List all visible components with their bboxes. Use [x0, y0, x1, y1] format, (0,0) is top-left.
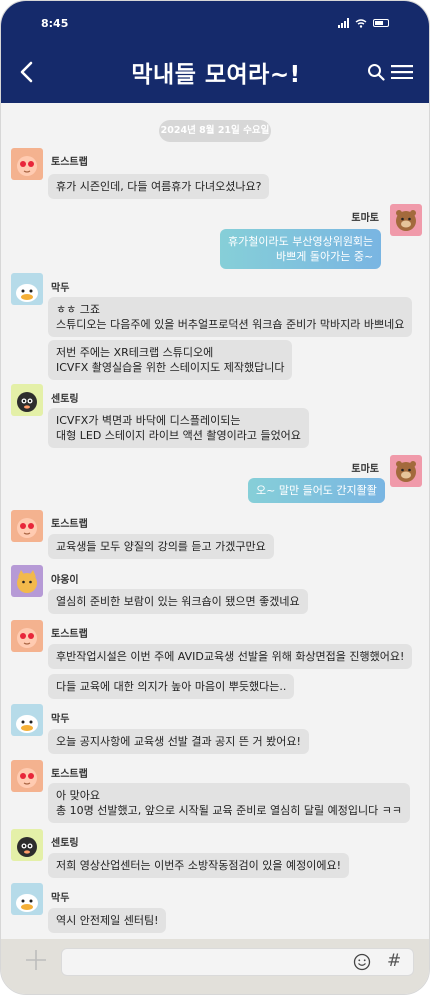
message-line: 역시 안전제일 센터팀! [56, 914, 159, 927]
message-line: 휴가철이라도 부산영상위원회는 [228, 235, 374, 248]
message-bubble[interactable]: 다들 교육에 대한 의지가 높아 마음이 뿌듯했다는.. [48, 674, 295, 699]
avatar-yaongi[interactable] [11, 565, 43, 597]
avatar-toastlab[interactable] [11, 620, 43, 652]
message-bubble-mine[interactable]: 오~ 말만 들어도 간지좔좔 [248, 478, 385, 503]
avatar-tomato[interactable] [390, 455, 422, 487]
message-line: 휴가 시즌인데, 다들 여름휴가 다녀오셨나요? [56, 180, 262, 193]
message-bubble[interactable]: 오늘 공지사항에 교육생 선발 결과 공지 뜬 거 봤어요! [48, 729, 309, 754]
avatar-makdu[interactable] [11, 883, 43, 915]
message-line: 열심히 준비한 보람이 있는 워크숍이 됐으면 좋겠네요 [56, 595, 300, 608]
message-line: 저번 주에는 XR테크랩 스튜디오에 [56, 346, 214, 359]
message-bubble[interactable]: 역시 안전제일 센터팀! [48, 908, 167, 933]
message-bubble[interactable]: 저번 주에는 XR테크랩 스튜디오에 ICVFX 촬영실습을 위한 스테이지도 … [48, 340, 293, 380]
avatar-sentoring[interactable] [11, 829, 43, 861]
message-line: 교육생들 모두 양질의 강의를 듣고 가겠구만요 [56, 540, 266, 553]
message-bubble[interactable]: 휴가 시즌인데, 다들 여름휴가 다녀오셨나요? [48, 174, 270, 199]
message-bubble[interactable]: 교육생들 모두 양질의 강의를 듣고 가겠구만요 [48, 534, 274, 559]
menu-icon[interactable] [391, 65, 413, 79]
sender-name: 막두 [51, 714, 70, 725]
date-divider: 2024년 8월 21일 수요일 [159, 120, 271, 142]
hashtag-icon[interactable]: # [387, 951, 401, 971]
message-line: ㅎㅎ 그죠 [56, 303, 100, 316]
message-line: 오~ 말만 들어도 간지좔좔 [256, 484, 377, 497]
message-line: 저희 영상산업센터는 이번주 소방작동점검이 있을 예정이에요! [56, 859, 342, 872]
avatar-toastlab[interactable] [11, 510, 43, 542]
message-line: ICVFX 촬영실습을 위한 스테이지도 제작했답니다 [56, 361, 285, 374]
search-icon[interactable] [367, 63, 385, 81]
message-bubble[interactable]: 열심히 준비한 보람이 있는 워크숍이 됐으면 좋겠네요 [48, 589, 308, 614]
avatar-toastlab[interactable] [11, 760, 43, 792]
wifi-icon [355, 18, 367, 28]
chat-header: 8:45 막내들 모여라~! [1, 1, 429, 103]
message-bubble-mine[interactable]: 휴가철이라도 부산영상위원회는 바쁘게 돌아가는 중~ [220, 229, 382, 269]
message-line: 후반작업시설은 이번 주에 AVID교육생 선발을 위해 화상면접을 진행했어요… [56, 650, 405, 663]
message-line: 총 10명 선발했고, 앞으로 시작될 교육 준비로 열심히 달릴 예정입니다 … [56, 804, 402, 817]
avatar-tomato[interactable] [390, 204, 422, 236]
avatar-makdu[interactable] [11, 704, 43, 736]
chat-title: 막내들 모여라~! [131, 62, 301, 88]
sender-name: 막두 [51, 893, 70, 904]
sender-name: 토스트랩 [51, 519, 88, 530]
sender-name: 토스트랩 [51, 157, 88, 168]
battery-icon [373, 19, 389, 27]
sender-name: 막두 [51, 283, 70, 294]
message-line: 오늘 공지사항에 교육생 선발 결과 공지 뜬 거 봤어요! [56, 735, 301, 748]
sender-name: 센토링 [51, 394, 79, 405]
message-line: 바쁘게 돌아가는 중~ [276, 250, 374, 263]
message-line: 다들 교육에 대한 의지가 높아 마음이 뿌듯했다는.. [56, 680, 287, 693]
avatar-makdu[interactable] [11, 273, 43, 305]
status-time: 8:45 [41, 17, 69, 30]
message-line: 대형 LED 스테이지 라이브 액션 촬영이라고 들었어요 [56, 429, 301, 442]
sender-name: 센토링 [51, 838, 79, 849]
status-icons [338, 18, 389, 28]
message-line: 스튜디오는 다음주에 있을 버추얼프로덕션 워크숍 준비가 막바지라 바쁘네요 [56, 318, 405, 331]
sender-name: 토스트랩 [51, 629, 88, 640]
sender-name: 토마토 [351, 213, 379, 224]
message-bubble[interactable]: ICVFX가 벽면과 바닥에 디스플레이되는 대형 LED 스테이지 라이브 액… [48, 408, 309, 448]
sender-name: 토스트랩 [51, 769, 88, 780]
plus-icon[interactable] [25, 949, 47, 971]
message-line: ICVFX가 벽면과 바닥에 디스플레이되는 [56, 414, 241, 427]
avatar-sentoring[interactable] [11, 384, 43, 416]
message-bubble[interactable]: ㅎㅎ 그죠 스튜디오는 다음주에 있을 버추얼프로덕션 워크숍 준비가 막바지라… [48, 297, 413, 337]
emoji-icon[interactable] [353, 953, 371, 971]
avatar-toastlab[interactable] [11, 148, 43, 180]
sender-name: 토마토 [351, 464, 379, 475]
signal-icon [338, 18, 349, 28]
message-bubble[interactable]: 저희 영상산업센터는 이번주 소방작동점검이 있을 예정이에요! [48, 853, 350, 878]
message-line: 아 맞아요 [56, 789, 100, 802]
sender-name: 야옹이 [51, 575, 79, 586]
message-bubble[interactable]: 아 맞아요 총 10명 선발했고, 앞으로 시작될 교육 준비로 열심히 달릴 … [48, 783, 410, 823]
message-bubble[interactable]: 후반작업시설은 이번 주에 AVID교육생 선발을 위해 화상면접을 진행했어요… [48, 644, 413, 669]
phone-screen: 8:45 막내들 모여라~! 2024년 8월 21일 수요일 토스트랩 휴가 … [0, 0, 430, 995]
